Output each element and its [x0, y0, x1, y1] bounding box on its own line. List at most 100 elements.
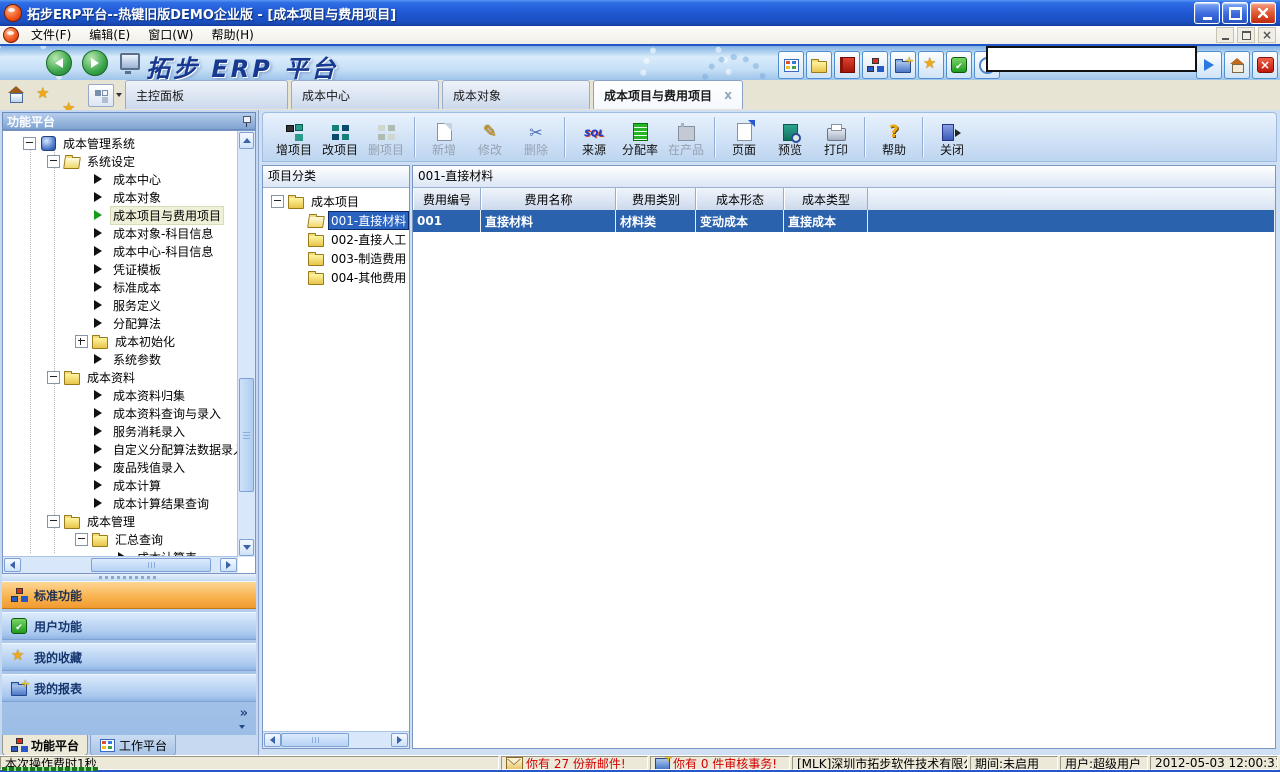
favorite-icon[interactable]	[36, 87, 52, 102]
pin-icon[interactable]	[242, 115, 251, 128]
tree-item[interactable]: 成本对象	[3, 188, 238, 206]
expander-minus-icon[interactable]	[47, 371, 60, 384]
nav-back-button[interactable]	[46, 50, 72, 76]
tree-item[interactable]: 自定义分配算法数据录入	[3, 440, 238, 458]
toolbar-button-help-q[interactable]: 帮助	[871, 115, 917, 159]
tree-item[interactable]: 凭证模板	[3, 260, 238, 278]
panel-标准功能[interactable]: 标准功能	[2, 581, 256, 609]
sidebar-splitter[interactable]	[2, 574, 256, 581]
scroll-right-button[interactable]	[220, 558, 237, 572]
expander-minus-icon[interactable]	[23, 137, 36, 150]
tab-layout-button[interactable]	[88, 84, 114, 107]
more-chevron[interactable]: »	[240, 706, 248, 721]
tree-item[interactable]: 成本资料查询与录入	[3, 404, 238, 422]
toolbar-button-in-product[interactable]: 在产品	[663, 115, 709, 159]
toolbar-button-delete-scissors[interactable]: 删除	[513, 115, 559, 159]
tree-item[interactable]: 成本中心	[3, 170, 238, 188]
expander-minus-icon[interactable]	[47, 515, 60, 528]
toolbar-button-alloc-rate[interactable]: 分配率	[617, 115, 663, 159]
column-header[interactable]: 成本类型	[784, 188, 868, 210]
command-input[interactable]	[986, 46, 1197, 72]
tab-成本项目与费用项目[interactable]: 成本项目与费用项目x	[593, 80, 743, 109]
toolbar-button-delete-item[interactable]: 删项目	[363, 115, 409, 159]
tree-item[interactable]: 成本管理系统	[3, 134, 238, 152]
scroll-up-button[interactable]	[239, 132, 254, 149]
menu-item[interactable]: 帮助(H)	[202, 26, 262, 44]
menu-item[interactable]: 编辑(E)	[80, 26, 139, 44]
toolbar-button-close-door[interactable]: 关闭	[929, 115, 975, 159]
tree-item[interactable]: 成本计算结果查询	[3, 494, 238, 512]
tree-item[interactable]: 成本资料	[3, 368, 238, 386]
tab-成本对象[interactable]: 成本对象	[442, 80, 590, 109]
tree-item[interactable]: 服务消耗录入	[3, 422, 238, 440]
tree-vertical-scrollbar[interactable]	[237, 131, 255, 557]
bottom-tab-功能平台[interactable]: 功能平台	[2, 735, 88, 756]
tree-item[interactable]: 成本项目	[263, 192, 409, 211]
tree-item[interactable]: 系统设定	[3, 152, 238, 170]
scroll-down-button[interactable]	[239, 539, 254, 556]
quickbar-button-contacts[interactable]	[946, 51, 972, 79]
panel-我的报表[interactable]: 我的报表	[2, 674, 256, 702]
tree-item[interactable]: 004-其他费用	[263, 268, 409, 287]
column-header[interactable]: 费用类别	[616, 188, 696, 210]
toolbar-button-page-setup[interactable]: 页面	[721, 115, 767, 159]
menu-item[interactable]: 文件(F)	[22, 26, 80, 44]
scroll-left-button[interactable]	[264, 733, 281, 747]
scroll-left-button[interactable]	[4, 558, 21, 572]
toolbar-button-preview[interactable]: 预览	[767, 115, 813, 159]
tab-成本中心[interactable]: 成本中心	[291, 80, 439, 109]
tree-item[interactable]: 成本项目与费用项目	[3, 206, 238, 224]
restore-button[interactable]	[1222, 2, 1248, 24]
quickbar-button-folder-up[interactable]	[806, 51, 832, 79]
tab-layout-dropdown[interactable]	[113, 84, 124, 105]
scroll-right-button[interactable]	[391, 733, 408, 747]
tree-item[interactable]: 系统参数	[3, 350, 238, 368]
minimize-button[interactable]	[1194, 2, 1220, 24]
category-horizontal-scrollbar[interactable]	[263, 731, 409, 748]
mdi-restore-button[interactable]	[1237, 27, 1255, 43]
expander-plus-icon[interactable]	[75, 335, 88, 348]
home-icon[interactable]	[8, 87, 25, 102]
toolbar-button-print[interactable]: 打印	[813, 115, 859, 159]
tree-item[interactable]: 成本对象-科目信息	[3, 224, 238, 242]
scrollbar-thumb[interactable]	[281, 733, 349, 747]
quickbar-button-folder-add[interactable]	[890, 51, 916, 79]
toolbar-button-edit-item[interactable]: 改项目	[317, 115, 363, 159]
tree-horizontal-scrollbar[interactable]	[3, 556, 238, 573]
quickbar-button-org-chart2[interactable]	[862, 51, 888, 79]
tree-item[interactable]: 成本中心-科目信息	[3, 242, 238, 260]
toolbar-button-source-sql[interactable]: 来源	[571, 115, 617, 159]
tree-item[interactable]: 002-直接人工	[263, 230, 409, 249]
tree-item[interactable]: 003-制造费用	[263, 249, 409, 268]
column-header[interactable]: 成本形态	[696, 188, 784, 210]
quickbar-button-exit-app[interactable]	[1252, 51, 1278, 79]
quickbar-button-desktop[interactable]	[778, 51, 804, 79]
tree-item[interactable]: 服务定义	[3, 296, 238, 314]
toolbar-button-modify-pencil[interactable]: 修改	[467, 115, 513, 159]
mdi-close-button[interactable]	[1258, 27, 1276, 43]
scrollbar-thumb[interactable]	[239, 378, 254, 492]
quickbar-button-favorite-one[interactable]	[918, 51, 944, 79]
nav-forward-button[interactable]	[82, 50, 108, 76]
close-button[interactable]	[1250, 2, 1276, 24]
tree-item[interactable]: 分配算法	[3, 314, 238, 332]
expander-minus-icon[interactable]	[271, 195, 284, 208]
bottom-tab-工作平台[interactable]: 工作平台	[90, 735, 176, 756]
tab-close-icon[interactable]: x	[724, 88, 732, 102]
toolbar-button-add-item[interactable]: 增项目	[271, 115, 317, 159]
table-row[interactable]: 001直接材料材料类变动成本直接成本	[413, 210, 1275, 232]
panel-用户功能[interactable]: 用户功能	[2, 612, 256, 640]
toolbar-button-new-doc[interactable]: 新增	[421, 115, 467, 159]
expander-minus-icon[interactable]	[47, 155, 60, 168]
column-header[interactable]: 费用编号	[413, 188, 481, 210]
tree-item[interactable]: 001-直接材料	[263, 211, 409, 230]
quickbar-button-home-go[interactable]	[1224, 51, 1250, 79]
panel-我的收藏[interactable]: 我的收藏	[2, 643, 256, 671]
quickbar-button-run[interactable]	[1196, 51, 1222, 79]
menu-item[interactable]: 窗口(W)	[139, 26, 202, 44]
mdi-minimize-button[interactable]	[1216, 27, 1234, 43]
tree-item[interactable]: 废品残值录入	[3, 458, 238, 476]
tree-item[interactable]: 成本管理	[3, 512, 238, 530]
tree-item[interactable]: 成本资料归集	[3, 386, 238, 404]
tree-item[interactable]: 成本计算	[3, 476, 238, 494]
